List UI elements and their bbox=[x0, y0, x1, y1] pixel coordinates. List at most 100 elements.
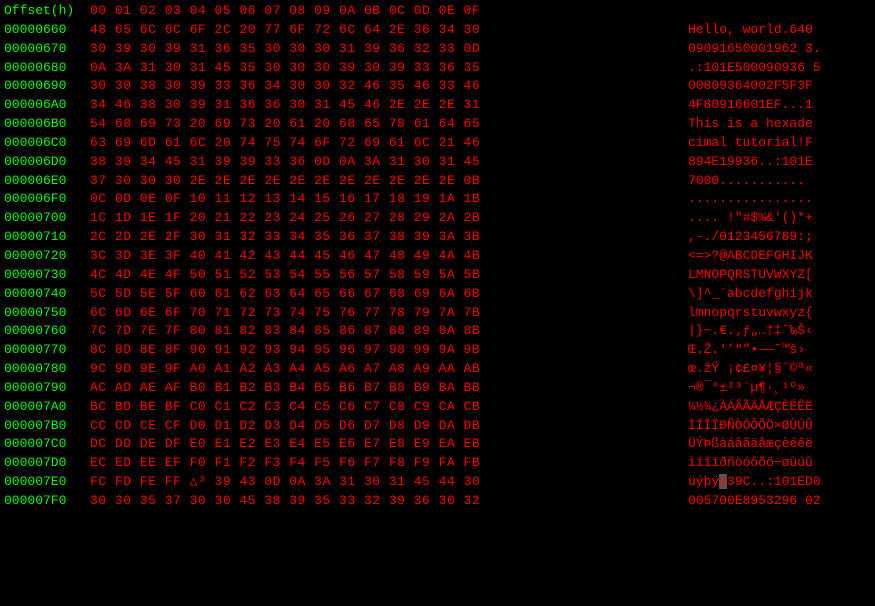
row-ascii: ................ bbox=[680, 190, 860, 209]
row-hex: 4C 4D 4E 4F 50 51 52 53 54 55 56 57 58 5… bbox=[90, 266, 680, 285]
row-offset: 000006A0 bbox=[0, 96, 90, 115]
row-ascii: üýþÿÿ39C..:101ED0 bbox=[680, 473, 860, 492]
row-hex: BC BD BE BF C0 C1 C2 C3 C4 C5 C6 C7 C8 C… bbox=[90, 398, 680, 417]
table-row: 000007A0BC BD BE BF C0 C1 C2 C3 C4 C5 C6… bbox=[0, 398, 875, 417]
row-hex: 34 46 38 30 39 31 36 36 30 31 45 46 2E 2… bbox=[90, 96, 680, 115]
table-row: 0000069030 30 38 30 39 33 36 34 30 30 32… bbox=[0, 77, 875, 96]
row-offset: 000007C0 bbox=[0, 435, 90, 454]
row-hex: 6C 6D 6E 6F 70 71 72 73 74 75 76 77 78 7… bbox=[90, 304, 680, 323]
table-row: 000007405C 5D 5E 5F 60 61 62 63 64 65 66… bbox=[0, 285, 875, 304]
row-offset: 000006D0 bbox=[0, 153, 90, 172]
row-hex: 37 30 30 30 2E 2E 2E 2E 2E 2E 2E 2E 2E 2… bbox=[90, 172, 680, 191]
row-hex: EC ED EE EF F0 F1 F2 F3 F4 F5 F6 F7 F8 F… bbox=[90, 454, 680, 473]
row-ascii: ÜÝÞßàáâãäåæçèéêë bbox=[680, 435, 860, 454]
row-offset: 00000720 bbox=[0, 247, 90, 266]
row-ascii: \]^_`abcdefghijk bbox=[680, 285, 860, 304]
row-ascii: ÌÍÎÏÐÑÒÓÔÕÖ×ØÙÚÛ bbox=[680, 417, 860, 436]
table-row: 000007C0DC DD DE DF E0 E1 E2 E3 E4 E5 E6… bbox=[0, 435, 875, 454]
row-ascii: .... !"#$%&'()*+ bbox=[680, 209, 860, 228]
row-offset: 00000660 bbox=[0, 21, 90, 40]
table-row: 000006C063 69 6D 61 6C 20 74 75 74 6F 72… bbox=[0, 134, 875, 153]
table-row: 000007203C 3D 3E 3F 40 41 42 43 44 45 46… bbox=[0, 247, 875, 266]
row-offset: 00000760 bbox=[0, 322, 90, 341]
row-offset: 00000690 bbox=[0, 77, 90, 96]
row-offset: 000006E0 bbox=[0, 172, 90, 191]
row-ascii: œ.žŸ ¡¢£¤¥¦§¨©ª« bbox=[680, 360, 860, 379]
row-offset: 00000680 bbox=[0, 59, 90, 78]
header-row: Offset(h) 00 01 02 03 04 05 06 07 08 09 … bbox=[0, 2, 875, 21]
row-offset: 000006B0 bbox=[0, 115, 90, 134]
row-ascii: ¬­®¯°±²³´µ¶·¸¹º» bbox=[680, 379, 860, 398]
table-row: 000007607C 7D 7E 7F 80 81 82 83 84 85 86… bbox=[0, 322, 875, 341]
row-hex: 0A 3A 31 30 31 45 35 30 30 30 39 30 39 3… bbox=[90, 59, 680, 78]
row-hex: 8C 8D 8E 8F 90 91 92 93 94 95 96 97 98 9… bbox=[90, 341, 680, 360]
table-row: 00000790AC AD AE AF B0 B1 B2 B3 B4 B5 B6… bbox=[0, 379, 875, 398]
row-offset: 000006C0 bbox=[0, 134, 90, 153]
row-ascii: ,-./0123456789:; bbox=[680, 228, 860, 247]
col-headers: 00 01 02 03 04 05 06 07 08 09 0A 0B 0C 0… bbox=[90, 2, 680, 21]
row-ascii: LMNOPQRSTUVWXYZ[ bbox=[680, 266, 860, 285]
row-offset: 00000670 bbox=[0, 40, 90, 59]
table-row: 000007D0EC ED EE EF F0 F1 F2 F3 F4 F5 F6… bbox=[0, 454, 875, 473]
table-row: 000006A034 46 38 30 39 31 36 36 30 31 45… bbox=[0, 96, 875, 115]
row-hex: 30 30 38 30 39 33 36 34 30 30 32 46 35 4… bbox=[90, 77, 680, 96]
table-row: 000007B0CC CD CE CF D0 D1 D2 D3 D4 D5 D6… bbox=[0, 417, 875, 436]
table-row: 000007F030 30 35 37 30 30 45 38 39 35 33… bbox=[0, 492, 875, 511]
row-hex: 54 68 69 73 20 69 73 20 61 20 68 65 78 6… bbox=[90, 115, 680, 134]
table-row: 000006800A 3A 31 30 31 45 35 30 30 30 39… bbox=[0, 59, 875, 78]
row-ascii: |}~.€.‚ƒ„…†‡ˆ‰Š‹ bbox=[680, 322, 860, 341]
row-ascii: This is a hexade bbox=[680, 115, 860, 134]
row-ascii: 005700E8953296 02 bbox=[680, 492, 860, 511]
hex-editor: Offset(h) 00 01 02 03 04 05 06 07 08 09 … bbox=[0, 0, 875, 513]
table-row: 000007809C 9D 9E 9F A0 A1 A2 A3 A4 A5 A6… bbox=[0, 360, 875, 379]
table-row: 000006E037 30 30 30 2E 2E 2E 2E 2E 2E 2E… bbox=[0, 172, 875, 191]
table-row: 000006F00C 0D 0E 0F 10 11 12 13 14 15 16… bbox=[0, 190, 875, 209]
row-ascii: ¼½¾¿ÀÁÂÃÄÅÆÇÈÉÊË bbox=[680, 398, 860, 417]
table-row: 0000067030 39 30 39 31 36 35 30 30 30 31… bbox=[0, 40, 875, 59]
row-hex: 1C 1D 1E 1F 20 21 22 23 24 25 26 27 28 2… bbox=[90, 209, 680, 228]
row-ascii: 4F80916601EF...1 bbox=[680, 96, 860, 115]
table-row: 000007102C 2D 2E 2F 30 31 32 33 34 35 36… bbox=[0, 228, 875, 247]
row-hex: 63 69 6D 61 6C 20 74 75 74 6F 72 69 61 6… bbox=[90, 134, 680, 153]
row-ascii: Œ.Ž.‘’“”•–—˜™š› bbox=[680, 341, 860, 360]
row-offset: 00000780 bbox=[0, 360, 90, 379]
table-row: 000006D038 39 34 45 31 39 39 33 36 0D 0A… bbox=[0, 153, 875, 172]
row-offset: 00000750 bbox=[0, 304, 90, 323]
table-row: 000006B054 68 69 73 20 69 73 20 61 20 68… bbox=[0, 115, 875, 134]
row-hex: CC CD CE CF D0 D1 D2 D3 D4 D5 D6 D7 D8 D… bbox=[90, 417, 680, 436]
row-ascii: .:101E500090936 5 bbox=[680, 59, 860, 78]
row-ascii: <=>?@ABCDEFGHIJK bbox=[680, 247, 860, 266]
row-offset: 000007F0 bbox=[0, 492, 90, 511]
row-offset: 00000730 bbox=[0, 266, 90, 285]
row-ascii: 894E19936..:101E bbox=[680, 153, 860, 172]
row-hex: 48 65 6C 6C 6F 2C 20 77 6F 72 6C 64 2E 3… bbox=[90, 21, 680, 40]
row-offset: 00000710 bbox=[0, 228, 90, 247]
row-ascii: 09091650001962 3. bbox=[680, 40, 860, 59]
row-ascii: ìíîïðñòóôõö÷øùúû bbox=[680, 454, 860, 473]
row-hex: FC FD FE FF △³ 39 43 0D 0A 3A 31 30 31 4… bbox=[90, 473, 680, 492]
offset-header: Offset(h) bbox=[0, 2, 90, 21]
cursor-position: ÿ bbox=[719, 474, 727, 489]
row-offset: 000007D0 bbox=[0, 454, 90, 473]
table-row: 000007E0FC FD FE FF △³ 39 43 0D 0A 3A 31… bbox=[0, 473, 875, 492]
row-ascii: Hello, world.640 bbox=[680, 21, 860, 40]
row-hex: 3C 3D 3E 3F 40 41 42 43 44 45 46 47 48 4… bbox=[90, 247, 680, 266]
row-ascii: 00809364002F5F3F bbox=[680, 77, 860, 96]
row-offset: 000006F0 bbox=[0, 190, 90, 209]
row-offset: 000007E0 bbox=[0, 473, 90, 492]
table-row: 0000066048 65 6C 6C 6F 2C 20 77 6F 72 6C… bbox=[0, 21, 875, 40]
row-hex: 2C 2D 2E 2F 30 31 32 33 34 35 36 37 38 3… bbox=[90, 228, 680, 247]
row-hex: AC AD AE AF B0 B1 B2 B3 B4 B5 B6 B7 B8 B… bbox=[90, 379, 680, 398]
row-hex: DC DD DE DF E0 E1 E2 E3 E4 E5 E6 E7 E8 E… bbox=[90, 435, 680, 454]
row-ascii: lmnopqrstuvwxyz{ bbox=[680, 304, 860, 323]
row-hex: 38 39 34 45 31 39 39 33 36 0D 0A 3A 31 3… bbox=[90, 153, 680, 172]
row-hex: 0C 0D 0E 0F 10 11 12 13 14 15 16 17 18 1… bbox=[90, 190, 680, 209]
table-row: 000007708C 8D 8E 8F 90 91 92 93 94 95 96… bbox=[0, 341, 875, 360]
row-offset: 00000770 bbox=[0, 341, 90, 360]
table-row: 000007001C 1D 1E 1F 20 21 22 23 24 25 26… bbox=[0, 209, 875, 228]
row-hex: 9C 9D 9E 9F A0 A1 A2 A3 A4 A5 A6 A7 A8 A… bbox=[90, 360, 680, 379]
table-row: 000007506C 6D 6E 6F 70 71 72 73 74 75 76… bbox=[0, 304, 875, 323]
row-hex: 30 30 35 37 30 30 45 38 39 35 33 32 39 3… bbox=[90, 492, 680, 511]
row-ascii: cimal tutorial!F bbox=[680, 134, 860, 153]
row-offset: 000007B0 bbox=[0, 417, 90, 436]
